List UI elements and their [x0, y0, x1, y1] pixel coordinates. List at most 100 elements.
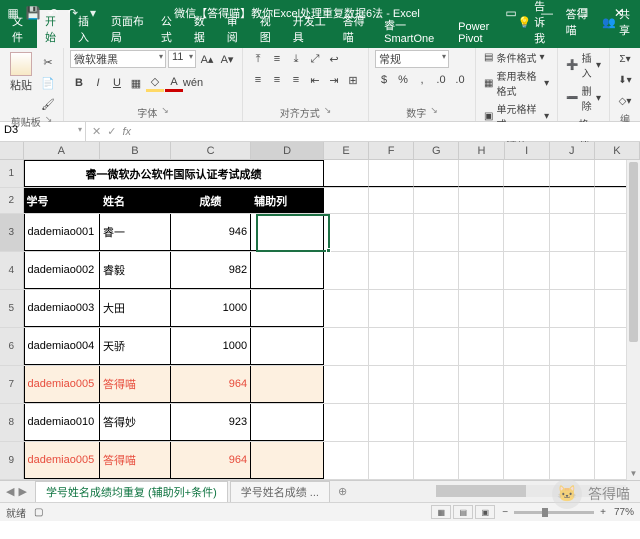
- col-header[interactable]: G: [414, 142, 459, 159]
- row-header[interactable]: 7: [0, 366, 24, 403]
- comma-icon[interactable]: ,: [413, 71, 431, 89]
- row-header[interactable]: 4: [0, 252, 24, 289]
- cell-aux[interactable]: [251, 366, 324, 403]
- sheet-prev-icon[interactable]: ◀: [6, 485, 14, 498]
- row-header[interactable]: 5: [0, 290, 24, 327]
- cell-name[interactable]: 大田: [100, 290, 171, 327]
- insert-cells[interactable]: ➕插入 ▾: [564, 50, 603, 80]
- cell-name[interactable]: 答得喵: [100, 366, 171, 403]
- table-format[interactable]: ▦套用表格格式 ▾: [482, 68, 551, 98]
- col-header[interactable]: I: [505, 142, 550, 159]
- scroll-thumb[interactable]: [436, 485, 526, 497]
- zoom-slider[interactable]: [514, 511, 594, 514]
- cell-name[interactable]: 睿一: [100, 214, 171, 251]
- cancel-fx-icon[interactable]: ✕: [92, 125, 101, 138]
- cell-score[interactable]: 1000: [171, 290, 251, 327]
- cell-id[interactable]: dademiao001: [24, 214, 101, 251]
- cell-aux[interactable]: [251, 442, 324, 479]
- cell-aux[interactable]: [251, 328, 324, 365]
- sheet-tab[interactable]: 学号姓名成绩 ...: [230, 481, 330, 502]
- italic-icon[interactable]: I: [89, 74, 107, 92]
- tab-data[interactable]: 数据: [186, 10, 219, 48]
- col-header[interactable]: D: [251, 142, 324, 159]
- dec-decimal-icon[interactable]: .0: [451, 71, 469, 89]
- cell-id[interactable]: dademiao003: [24, 290, 101, 327]
- col-header[interactable]: E: [324, 142, 369, 159]
- autosum-icon[interactable]: Σ▾: [616, 50, 634, 68]
- cell-score[interactable]: 1000: [171, 328, 251, 365]
- col-header[interactable]: K: [595, 142, 640, 159]
- cell-id[interactable]: dademiao010: [24, 404, 101, 441]
- cell-id[interactable]: dademiao002: [24, 252, 101, 289]
- formula-input[interactable]: [137, 122, 640, 141]
- fill-color-icon[interactable]: ◇: [146, 74, 164, 92]
- wrap-icon[interactable]: ↩: [325, 50, 343, 68]
- col-header[interactable]: C: [171, 142, 251, 159]
- cell-aux[interactable]: [251, 404, 324, 441]
- undo-icon[interactable]: ↶: [46, 6, 60, 20]
- qat-more-icon[interactable]: ▾: [86, 6, 100, 20]
- cell-name[interactable]: 答得喵: [100, 442, 171, 479]
- merge-icon[interactable]: ⊞: [344, 71, 362, 89]
- col-header[interactable]: H: [459, 142, 504, 159]
- format-painter-icon[interactable]: 🖌: [39, 95, 57, 113]
- header-score[interactable]: 成绩: [171, 188, 251, 213]
- font-name-select[interactable]: 微软雅黑: [70, 50, 166, 68]
- tab-formulas[interactable]: 公式: [153, 10, 186, 48]
- row-header[interactable]: 9: [0, 442, 24, 479]
- row-header[interactable]: 6: [0, 328, 24, 365]
- phonetic-icon[interactable]: wén: [184, 74, 202, 92]
- tab-smartone[interactable]: 睿一 SmartOne: [376, 14, 450, 48]
- name-box[interactable]: D3: [0, 122, 86, 141]
- cell-id[interactable]: dademiao005: [24, 366, 101, 403]
- percent-icon[interactable]: %: [394, 71, 412, 89]
- tab-custom1[interactable]: 答得喵: [335, 10, 376, 48]
- zoom-thumb[interactable]: [542, 508, 548, 517]
- cell-id[interactable]: dademiao004: [24, 328, 101, 365]
- row-header[interactable]: 1: [0, 160, 24, 187]
- col-header[interactable]: F: [369, 142, 414, 159]
- launcher-icon[interactable]: ↘: [430, 105, 438, 120]
- tab-layout[interactable]: 页面布局: [103, 10, 153, 48]
- col-header[interactable]: A: [24, 142, 101, 159]
- fill-icon[interactable]: ⬇▾: [616, 71, 634, 89]
- clear-icon[interactable]: ◇▾: [616, 92, 634, 110]
- launcher-icon[interactable]: ↘: [161, 105, 169, 120]
- cell-score[interactable]: 982: [171, 252, 251, 289]
- scroll-down-icon[interactable]: ▼: [627, 466, 640, 480]
- align-right-icon[interactable]: ≡: [287, 71, 305, 89]
- cell-name[interactable]: 天骄: [100, 328, 171, 365]
- align-left-icon[interactable]: ≡: [249, 71, 267, 89]
- inc-decimal-icon[interactable]: .0: [432, 71, 450, 89]
- user-name[interactable]: 答得喵: [560, 0, 595, 48]
- launcher-icon[interactable]: ↘: [324, 105, 332, 120]
- orientation-icon[interactable]: ⤢: [306, 50, 324, 68]
- align-middle-icon[interactable]: ≡: [268, 50, 286, 68]
- header-aux[interactable]: 辅助列: [251, 188, 324, 213]
- increase-font-icon[interactable]: A▴: [198, 50, 216, 68]
- view-layout-icon[interactable]: ▤: [453, 505, 473, 519]
- enter-fx-icon[interactable]: ✓: [107, 125, 116, 138]
- vertical-scrollbar[interactable]: ▲ ▼: [626, 160, 640, 480]
- macro-rec-icon[interactable]: ▢: [34, 507, 43, 518]
- font-size-select[interactable]: 11: [168, 50, 196, 68]
- tab-powerpivot[interactable]: Power Pivot: [450, 18, 511, 48]
- border-icon[interactable]: ▦: [127, 74, 145, 92]
- row-header[interactable]: 3: [0, 214, 24, 251]
- decrease-font-icon[interactable]: A▾: [218, 50, 236, 68]
- cell-name[interactable]: 答得妙: [100, 404, 171, 441]
- cell-name[interactable]: 睿毅: [100, 252, 171, 289]
- zoom-out-icon[interactable]: −: [502, 507, 508, 518]
- cell-score[interactable]: 923: [171, 404, 251, 441]
- currency-icon[interactable]: $: [375, 71, 393, 89]
- underline-icon[interactable]: U: [108, 74, 126, 92]
- tell-me[interactable]: 💡告诉我: [511, 0, 557, 48]
- align-bottom-icon[interactable]: ⤓: [287, 50, 305, 68]
- font-color-icon[interactable]: A: [165, 74, 183, 92]
- cell-score[interactable]: 946: [171, 214, 251, 251]
- fx-icon[interactable]: fx: [122, 126, 131, 138]
- paste-button[interactable]: 粘贴: [6, 50, 36, 95]
- redo-icon[interactable]: ↷: [66, 6, 80, 20]
- bold-icon[interactable]: B: [70, 74, 88, 92]
- tab-view[interactable]: 视图: [252, 10, 285, 48]
